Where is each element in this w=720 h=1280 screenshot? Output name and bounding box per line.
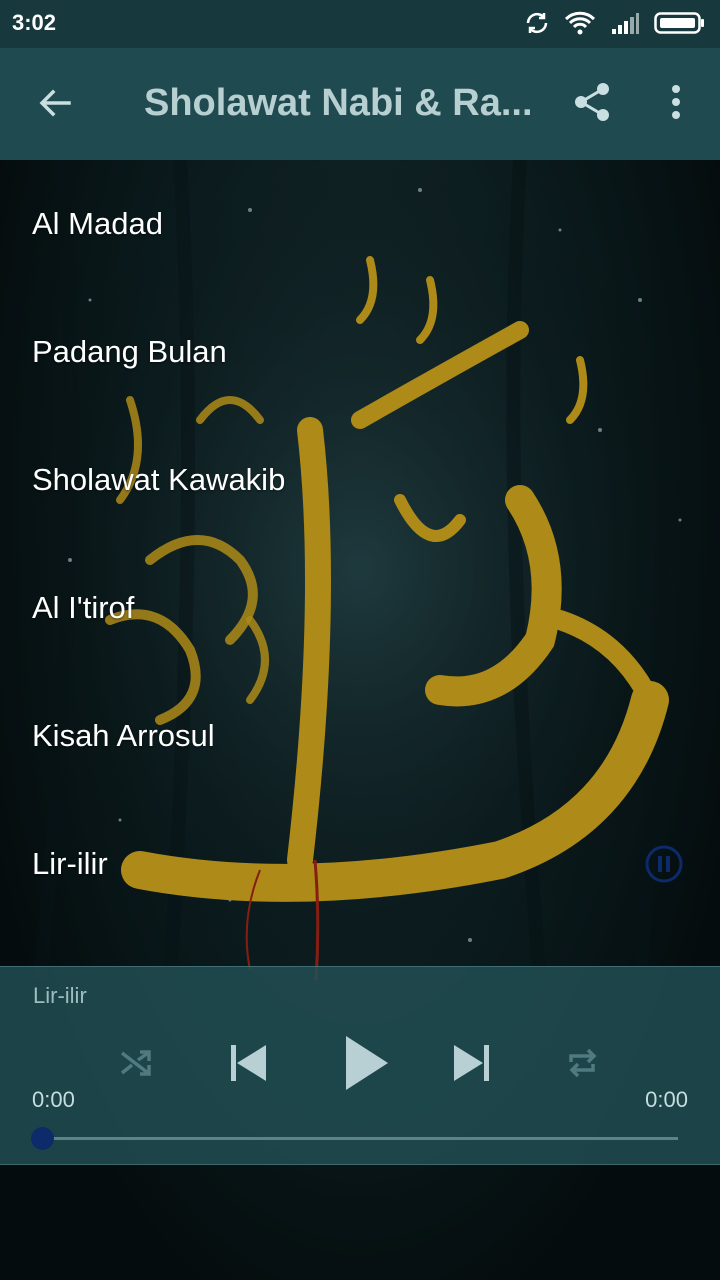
song-title: Padang Bulan (32, 334, 227, 369)
shuffle-button[interactable] (114, 1043, 158, 1087)
now-playing-title: Lir-ilir (33, 983, 87, 1008)
total-time: 0:00 (645, 1087, 688, 1112)
app-bar: Sholawat Nabi & Ra... (0, 48, 720, 160)
next-button[interactable] (450, 1043, 494, 1087)
list-item[interactable]: Al Madad (0, 160, 720, 288)
arrow-left-icon (37, 85, 73, 126)
skip-previous-icon (228, 1043, 268, 1088)
song-title: Kisah Arrosul (32, 718, 215, 753)
pause-icon[interactable] (644, 844, 684, 884)
share-button[interactable] (566, 78, 618, 130)
seek-thumb[interactable] (31, 1127, 54, 1150)
status-time: 3:02 (12, 10, 57, 35)
shuffle-icon (118, 1045, 154, 1086)
more-vert-icon (671, 84, 681, 125)
list-item[interactable]: Kisah Arrosul (0, 672, 720, 800)
back-button[interactable] (30, 80, 80, 130)
status-bar: 3:02 (0, 0, 720, 48)
list-item[interactable]: Padang Bulan (0, 288, 720, 416)
song-title: Al Madad (32, 206, 163, 241)
song-title: Lir-ilir (32, 846, 108, 881)
repeat-icon (565, 1044, 603, 1087)
play-button[interactable] (336, 1033, 396, 1097)
song-list: Al Madad Padang Bulan Sholawat Kawakib A… (0, 160, 720, 928)
more-options-button[interactable] (652, 78, 700, 130)
repeat-button[interactable] (562, 1043, 606, 1087)
list-item[interactable]: Lir-ilir (0, 800, 720, 928)
list-item[interactable]: Sholawat Kawakib (0, 416, 720, 544)
wifi-icon (564, 10, 596, 41)
song-title: Sholawat Kawakib (32, 462, 286, 497)
song-title: Al I'tirof (32, 590, 135, 625)
signal-icon (610, 11, 640, 40)
skip-next-icon (452, 1043, 492, 1088)
page-title: Sholawat Nabi & Ra... (144, 82, 533, 124)
status-icons (524, 10, 706, 41)
list-item[interactable]: Al I'tirof (0, 544, 720, 672)
share-icon (572, 81, 612, 128)
previous-button[interactable] (226, 1043, 270, 1087)
seek-bar[interactable] (31, 1127, 678, 1150)
media-player: Lir-ilir 0:00 0:00 (0, 966, 720, 1165)
play-icon (342, 1034, 390, 1097)
current-time: 0:00 (32, 1087, 75, 1112)
sync-icon (524, 10, 550, 41)
battery-icon (654, 11, 706, 40)
